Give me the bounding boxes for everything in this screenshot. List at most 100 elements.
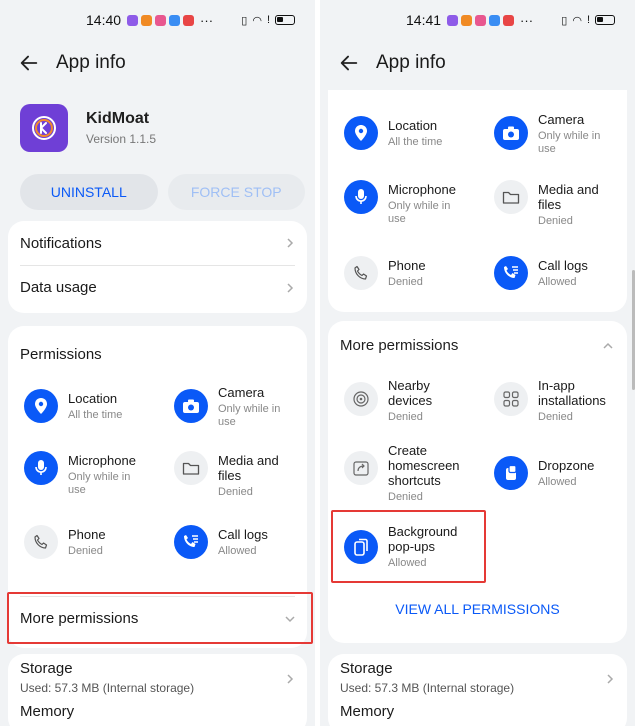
permission-name: Microphone [68, 453, 136, 468]
app-notification-icon [489, 14, 501, 26]
wifi-icon: ◠ [252, 14, 262, 27]
app-notification-icon [183, 14, 195, 26]
battery-icon [275, 15, 295, 25]
vibrate-icon: ▯ [561, 14, 568, 27]
permission-homescreen-shortcuts[interactable]: Create homescreen shortcuts Denied [344, 441, 484, 504]
folder-icon [174, 451, 208, 485]
permission-media-files[interactable]: Media and files Denied [494, 180, 634, 228]
app-notification-icon [141, 14, 153, 26]
permission-name: Camera [538, 112, 585, 127]
permission-name: Phone [68, 527, 106, 542]
data-usage-label: Data usage [20, 279, 97, 296]
permission-call-logs[interactable]: Call logs Allowed [494, 256, 634, 290]
permission-status: Allowed [218, 545, 257, 557]
permission-name: Location [68, 391, 118, 406]
alert-icon: ! [266, 14, 270, 26]
camera-icon [494, 116, 528, 150]
shortcut-icon [344, 451, 378, 485]
app-name: KidMoat [86, 110, 150, 127]
notification-icons [127, 14, 195, 26]
app-notification-icon [475, 14, 487, 26]
storage-card[interactable]: Storage Used: 57.3 MB (Internal storage)… [8, 654, 307, 726]
more-permissions-card: More permissions Nearby devices Denied I… [328, 321, 627, 643]
chevron-right-icon [287, 282, 294, 293]
call-logs-icon [174, 525, 208, 559]
permission-microphone[interactable]: Microphone Only while in use [24, 451, 164, 497]
storage-used: Used: 57.3 MB (Internal storage) [20, 681, 195, 695]
permission-in-app-installations[interactable]: In-app installations Denied [494, 376, 634, 424]
battery-icon [595, 15, 615, 25]
permission-status: Denied [538, 215, 573, 227]
permission-nearby-devices[interactable]: Nearby devices Denied [344, 376, 484, 424]
uninstall-button[interactable]: UNINSTALL [20, 174, 158, 210]
permission-name: In-app installations [538, 378, 606, 408]
settings-card: Notifications Data usage [8, 221, 307, 313]
permission-status: Denied [388, 411, 423, 423]
permission-status: Denied [218, 486, 253, 498]
permission-name: Nearby devices [388, 378, 433, 408]
permission-name: Microphone [388, 182, 456, 197]
permissions-title: Permissions [20, 346, 102, 363]
chevron-right-icon [287, 674, 294, 684]
page-title: App info [376, 52, 446, 73]
app-notification-icon [461, 14, 473, 26]
permission-status: Only while in use [388, 200, 451, 225]
more-permissions-title: More permissions [340, 337, 459, 354]
permission-status: Denied [538, 411, 573, 423]
permission-name: Media and files [218, 453, 279, 483]
camera-icon [174, 389, 208, 423]
permission-microphone[interactable]: Microphone Only while in use [344, 180, 484, 226]
app-notification-icon [447, 14, 459, 26]
permission-status: Only while in use [68, 471, 131, 496]
permission-dropzone[interactable]: Dropzone Allowed [494, 456, 634, 490]
call-logs-icon [494, 256, 528, 290]
permission-location[interactable]: Location All the time [344, 116, 484, 150]
permission-status: Allowed [538, 276, 577, 288]
app-header: KidMoat Version 1.1.5 [0, 86, 315, 152]
force-stop-button[interactable]: FORCE STOP [167, 174, 305, 210]
permission-name: Create homescreen shortcuts [388, 443, 460, 488]
apps-grid-icon [494, 382, 528, 416]
wifi-icon: ◠ [572, 14, 582, 27]
permission-phone[interactable]: Phone Denied [344, 256, 484, 290]
notifications-row[interactable]: Notifications [8, 221, 307, 265]
notifications-label: Notifications [20, 234, 102, 252]
action-buttons: UNINSTALL FORCE STOP [0, 152, 315, 210]
permission-name: Phone [388, 258, 426, 273]
title-bar: App info [320, 40, 635, 86]
app-notification-icon [503, 14, 515, 26]
back-arrow-icon[interactable] [18, 52, 40, 74]
status-bar: 14:40 ··· ▯ ◠ ! [0, 0, 315, 40]
permission-phone[interactable]: Phone Denied [24, 525, 164, 559]
data-usage-row[interactable]: Data usage [20, 265, 295, 309]
permission-status: Allowed [538, 476, 577, 488]
permission-media-files[interactable]: Media and files Denied [174, 451, 314, 499]
permission-location[interactable]: Location All the time [24, 389, 164, 423]
right-screen: 14:41 ··· ▯ ◠ ! App info Location All th… [320, 0, 635, 726]
alert-icon: ! [586, 14, 590, 26]
permission-status: Only while in use [538, 130, 601, 155]
storage-title: Storage [340, 660, 393, 677]
permission-camera[interactable]: Camera Only while in use [494, 110, 634, 156]
kidmoat-logo [20, 104, 68, 152]
permission-name: Location [388, 118, 438, 133]
back-arrow-icon[interactable] [338, 52, 360, 74]
storage-title: Storage [20, 660, 73, 677]
location-icon [344, 116, 378, 150]
chevron-up-icon [603, 342, 613, 349]
more-permissions-header[interactable]: More permissions [328, 321, 627, 354]
storage-card[interactable]: Storage Used: 57.3 MB (Internal storage)… [328, 654, 627, 726]
permission-name: Call logs [218, 527, 268, 542]
app-notification-icon [155, 14, 167, 26]
microphone-icon [24, 451, 58, 485]
view-all-permissions-button[interactable]: VIEW ALL PERMISSIONS [328, 601, 627, 617]
status-time: 14:41 [406, 12, 442, 28]
highlight-box [7, 592, 313, 644]
permission-call-logs[interactable]: Call logs Allowed [174, 525, 314, 559]
microphone-icon [344, 180, 378, 214]
left-screen: 14:40 ··· ▯ ◠ ! App info KidMoat Version… [0, 0, 315, 726]
permission-status: Denied [388, 276, 423, 288]
memory-title: Memory [20, 703, 75, 720]
phone-icon [344, 256, 378, 290]
permission-camera[interactable]: Camera Only while in use [174, 383, 314, 429]
